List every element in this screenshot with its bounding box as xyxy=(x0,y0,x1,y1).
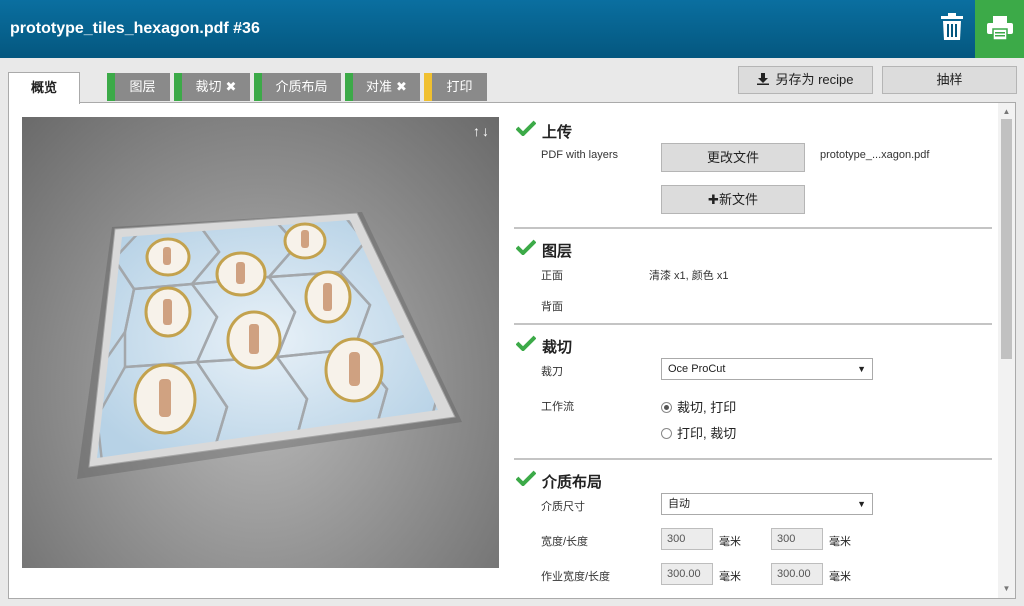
section-title: 图层 xyxy=(542,243,573,260)
close-icon: ✖ xyxy=(396,79,407,94)
unit-label: 毫米 xyxy=(829,536,851,548)
tab-overview[interactable]: 概览 xyxy=(8,72,80,104)
new-file-label: 新文件 xyxy=(718,192,758,207)
printer-icon xyxy=(987,16,1013,40)
save-as-recipe-label: 另存为 recipe xyxy=(775,72,854,87)
scroll-down-icon[interactable]: ▼ xyxy=(998,582,1015,596)
trash-icon xyxy=(941,13,963,40)
scrollbar-thumb[interactable] xyxy=(1001,119,1012,359)
print-button[interactable] xyxy=(975,0,1024,58)
job-length-input[interactable]: 300.00 xyxy=(771,563,823,585)
delete-button[interactable] xyxy=(938,12,966,42)
download-icon xyxy=(757,73,770,85)
3d-preview[interactable]: ↑↓ xyxy=(22,117,499,568)
tab-media-layout[interactable]: 介质布局 xyxy=(254,73,341,101)
tab-label: 裁切 xyxy=(195,79,222,94)
media-size-label: 介质尺寸 xyxy=(541,501,585,513)
scroll-up-icon[interactable]: ▲ xyxy=(998,105,1015,119)
length-input[interactable]: 300 xyxy=(771,528,823,550)
status-bar xyxy=(174,73,182,101)
status-bar xyxy=(424,73,432,101)
status-bar xyxy=(254,73,262,101)
cutter-label: 裁刀 xyxy=(541,366,563,378)
status-bar xyxy=(107,73,115,101)
workflow-option-print-cut[interactable]: 打印, 裁切 xyxy=(661,423,736,442)
cutter-value: Oce ProCut xyxy=(668,363,726,375)
job-title: prototype_tiles_hexagon.pdf #36 xyxy=(10,20,260,37)
divider xyxy=(514,458,992,460)
sample-button[interactable]: 抽样 xyxy=(882,66,1017,94)
job-width-input[interactable]: 300.00 xyxy=(661,563,713,585)
option-label: 裁切, 打印 xyxy=(677,400,737,415)
close-icon: ✖ xyxy=(225,79,237,94)
chevron-down-icon: ▼ xyxy=(857,499,866,509)
check-icon xyxy=(516,239,536,255)
check-icon xyxy=(516,470,536,486)
tab-label: 介质布局 xyxy=(275,79,328,94)
divider xyxy=(514,323,992,325)
tile-preview-graphic xyxy=(77,212,462,479)
front-label: 正面 xyxy=(541,270,563,282)
tab-label: 图层 xyxy=(129,79,156,94)
vertical-scrollbar[interactable]: ▲ ▼ xyxy=(998,103,1015,598)
check-icon xyxy=(516,335,536,351)
section-title: 裁切 xyxy=(542,339,573,356)
chevron-down-icon: ▼ xyxy=(857,364,866,374)
tab-layers[interactable]: 图层 xyxy=(107,73,170,101)
file-name: prototype_...xagon.pdf xyxy=(820,149,930,161)
option-label: 打印, 裁切 xyxy=(677,426,737,441)
check-icon xyxy=(516,120,536,136)
section-title: 上传 xyxy=(542,124,573,141)
overview-panel: ↑↓ 上传 PDF with layers 更改文件 prototype_...… xyxy=(8,102,1016,599)
change-file-button[interactable]: 更改文件 xyxy=(661,143,805,172)
save-as-recipe-button[interactable]: 另存为 recipe xyxy=(738,66,873,94)
back-label: 背面 xyxy=(541,301,563,313)
media-size-value: 自动 xyxy=(668,498,690,510)
tab-label: 打印 xyxy=(446,79,473,94)
upload-type-label: PDF with layers xyxy=(541,149,619,161)
width-length-label: 宽度/长度 xyxy=(541,536,589,548)
app-header: prototype_tiles_hexagon.pdf #36 xyxy=(0,0,1024,58)
media-size-select[interactable]: 自动 ▼ xyxy=(661,493,873,515)
unit-label: 毫米 xyxy=(719,536,741,548)
radio-unselected[interactable] xyxy=(661,428,672,439)
new-file-button[interactable]: ✚新文件 xyxy=(661,185,805,214)
divider xyxy=(514,227,992,229)
tab-cut[interactable]: 裁切 ✖ xyxy=(174,73,250,101)
status-bar xyxy=(345,73,353,101)
width-input[interactable]: 300 xyxy=(661,528,713,550)
workflow-option-cut-print[interactable]: 裁切, 打印 xyxy=(661,397,736,416)
section-title: 介质布局 xyxy=(542,474,603,491)
tab-label: 对准 xyxy=(366,79,393,94)
tab-print[interactable]: 打印 xyxy=(424,73,487,101)
job-width-length-label: 作业宽度/长度 xyxy=(541,571,611,583)
unit-label: 毫米 xyxy=(829,571,851,583)
unit-label: 毫米 xyxy=(719,571,741,583)
front-value: 清漆 x1, 颜色 x1 xyxy=(649,270,729,282)
plus-icon: ✚ xyxy=(708,192,719,207)
radio-selected[interactable] xyxy=(661,402,672,413)
workflow-label: 工作流 xyxy=(541,401,574,413)
tab-align[interactable]: 对准 ✖ xyxy=(345,73,420,101)
cutter-select[interactable]: Oce ProCut ▼ xyxy=(661,358,873,380)
